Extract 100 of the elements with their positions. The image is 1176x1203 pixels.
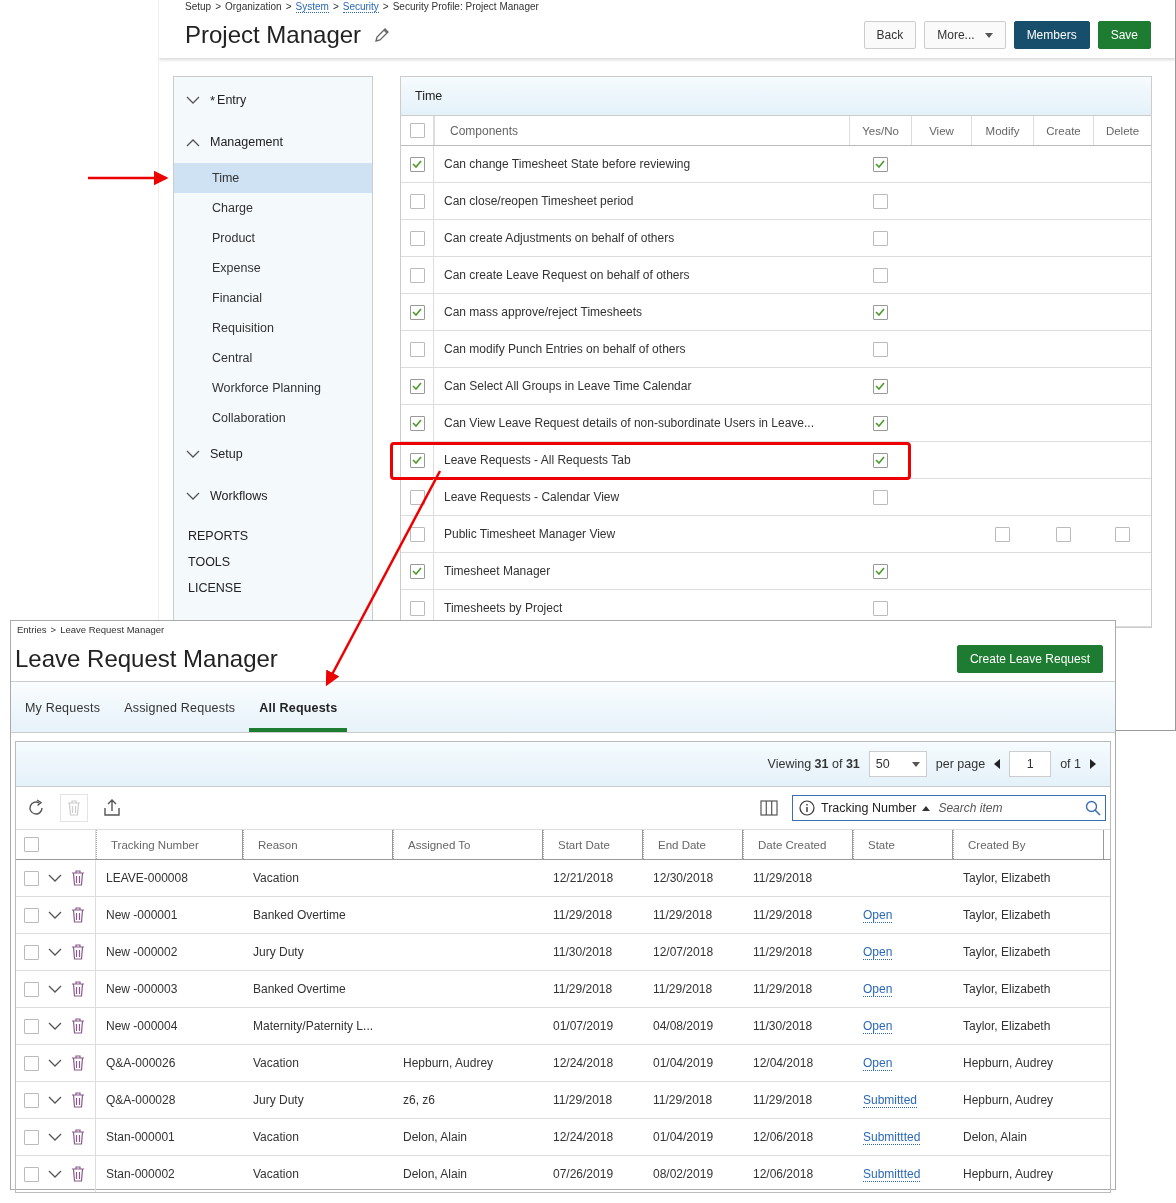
- checkbox[interactable]: [1114, 526, 1130, 542]
- column-header[interactable]: Delete: [1093, 116, 1151, 145]
- trash-icon[interactable]: [71, 907, 85, 923]
- trash-icon[interactable]: [71, 1129, 85, 1145]
- checkbox[interactable]: [409, 452, 425, 468]
- search-icon[interactable]: [1085, 800, 1101, 816]
- trash-icon[interactable]: [71, 981, 85, 997]
- sidebar-item[interactable]: Charge: [174, 193, 372, 223]
- column-header[interactable]: Reason: [243, 830, 393, 859]
- column-header[interactable]: Yes/No: [849, 116, 911, 145]
- state-link[interactable]: Open: [863, 1055, 893, 1071]
- checkbox[interactable]: [409, 563, 425, 579]
- column-header[interactable]: Tracking Number: [96, 830, 243, 859]
- checkbox[interactable]: [24, 870, 39, 886]
- checkbox[interactable]: [24, 1129, 39, 1145]
- checkbox[interactable]: [872, 304, 888, 320]
- previous-icon[interactable]: [994, 759, 1001, 769]
- checkbox[interactable]: [872, 378, 888, 394]
- checkbox[interactable]: [872, 452, 888, 468]
- column-header[interactable]: Components: [434, 116, 849, 145]
- more-dropdown[interactable]: More...: [924, 21, 1006, 49]
- tab[interactable]: Assigned Requests: [114, 696, 246, 732]
- chevron-icon[interactable]: [48, 1169, 62, 1179]
- state-link[interactable]: Open: [863, 981, 893, 997]
- sidebar-section[interactable]: REPORTS: [174, 529, 372, 543]
- checkbox[interactable]: [409, 304, 425, 320]
- export-icon[interactable]: [102, 798, 122, 818]
- state-link[interactable]: Submitted: [863, 1092, 918, 1108]
- tab[interactable]: All Requests: [249, 696, 348, 732]
- chevron-icon[interactable]: [186, 491, 200, 501]
- column-header[interactable]: State: [853, 830, 953, 859]
- breadcrumb-link[interactable]: Security: [342, 0, 379, 13]
- trash-icon[interactable]: [71, 1166, 85, 1182]
- chevron-icon[interactable]: [48, 1021, 62, 1031]
- page-field[interactable]: 1: [1009, 751, 1052, 777]
- chevron-icon[interactable]: [48, 873, 62, 883]
- sidebar-item[interactable]: Requisition: [174, 313, 372, 343]
- sort-field-selector[interactable]: Tracking Number: [821, 801, 917, 815]
- column-header[interactable]: Create: [1033, 116, 1093, 145]
- create-button[interactable]: Create Leave Request: [956, 645, 1103, 673]
- column-header[interactable]: Start Date: [543, 830, 643, 859]
- chevron-icon[interactable]: [186, 95, 200, 105]
- checkbox[interactable]: [409, 267, 425, 283]
- checkbox[interactable]: [24, 1092, 39, 1108]
- sidebar-section[interactable]: TOOLS: [174, 555, 372, 569]
- chevron-icon[interactable]: [48, 947, 62, 957]
- checkbox[interactable]: [872, 230, 888, 246]
- checkbox[interactable]: [24, 1018, 39, 1034]
- chevron-icon[interactable]: [186, 137, 200, 147]
- sidebar-group[interactable]: Setup: [174, 433, 372, 475]
- chevron-icon[interactable]: [48, 1095, 62, 1105]
- state-link[interactable]: Open: [863, 1018, 893, 1034]
- checkbox[interactable]: [1055, 526, 1071, 542]
- trash-icon[interactable]: [71, 870, 85, 886]
- checkbox[interactable]: [409, 156, 425, 172]
- state-link[interactable]: Open: [863, 944, 893, 960]
- column-header[interactable]: End Date: [643, 830, 743, 859]
- sidebar-item[interactable]: Time: [174, 163, 372, 193]
- checkbox[interactable]: [872, 193, 888, 209]
- checkbox[interactable]: [872, 563, 888, 579]
- info-icon[interactable]: [799, 800, 815, 816]
- checkbox[interactable]: [872, 267, 888, 283]
- trash-icon[interactable]: [71, 1092, 85, 1108]
- checkbox[interactable]: [409, 123, 425, 138]
- breadcrumb-link[interactable]: System: [295, 0, 329, 13]
- chevron-icon[interactable]: [48, 984, 62, 994]
- checkbox[interactable]: [872, 489, 888, 505]
- chevron-icon[interactable]: [48, 1058, 62, 1068]
- checkbox[interactable]: [409, 341, 425, 357]
- state-link[interactable]: Submittted: [863, 1166, 921, 1182]
- sidebar-item[interactable]: Workforce Planning: [174, 373, 372, 403]
- checkbox[interactable]: [409, 600, 425, 616]
- next-icon[interactable]: [1090, 759, 1096, 769]
- trash-icon[interactable]: [71, 1018, 85, 1034]
- sidebar-section[interactable]: LICENSE: [174, 581, 372, 595]
- action-button[interactable]: Back: [863, 21, 917, 49]
- state-link[interactable]: Open: [863, 907, 893, 923]
- checkbox[interactable]: [872, 156, 888, 172]
- sidebar-group[interactable]: Management: [174, 121, 372, 163]
- checkbox[interactable]: [24, 837, 39, 852]
- checkbox[interactable]: [994, 526, 1010, 542]
- page-size-select[interactable]: 50: [868, 751, 927, 777]
- chevron-icon[interactable]: [48, 1132, 62, 1142]
- search-field[interactable]: Tracking Number Search item: [792, 795, 1106, 821]
- checkbox[interactable]: [409, 489, 425, 505]
- checkbox[interactable]: [872, 415, 888, 431]
- trash-icon[interactable]: [71, 1055, 85, 1071]
- sidebar-item[interactable]: Central: [174, 343, 372, 373]
- checkbox[interactable]: [24, 944, 39, 960]
- column-header[interactable]: Date Created: [743, 830, 853, 859]
- checkbox[interactable]: [409, 526, 425, 542]
- column-header[interactable]: View: [911, 116, 971, 145]
- chevron-icon[interactable]: [48, 910, 62, 920]
- chevron-icon[interactable]: [186, 449, 200, 459]
- sidebar-item[interactable]: Collaboration: [174, 403, 372, 433]
- checkbox[interactable]: [409, 378, 425, 394]
- tab[interactable]: My Requests: [15, 696, 111, 732]
- checkbox[interactable]: [24, 1055, 39, 1071]
- sidebar-item[interactable]: Product: [174, 223, 372, 253]
- action-button[interactable]: Members: [1013, 21, 1090, 49]
